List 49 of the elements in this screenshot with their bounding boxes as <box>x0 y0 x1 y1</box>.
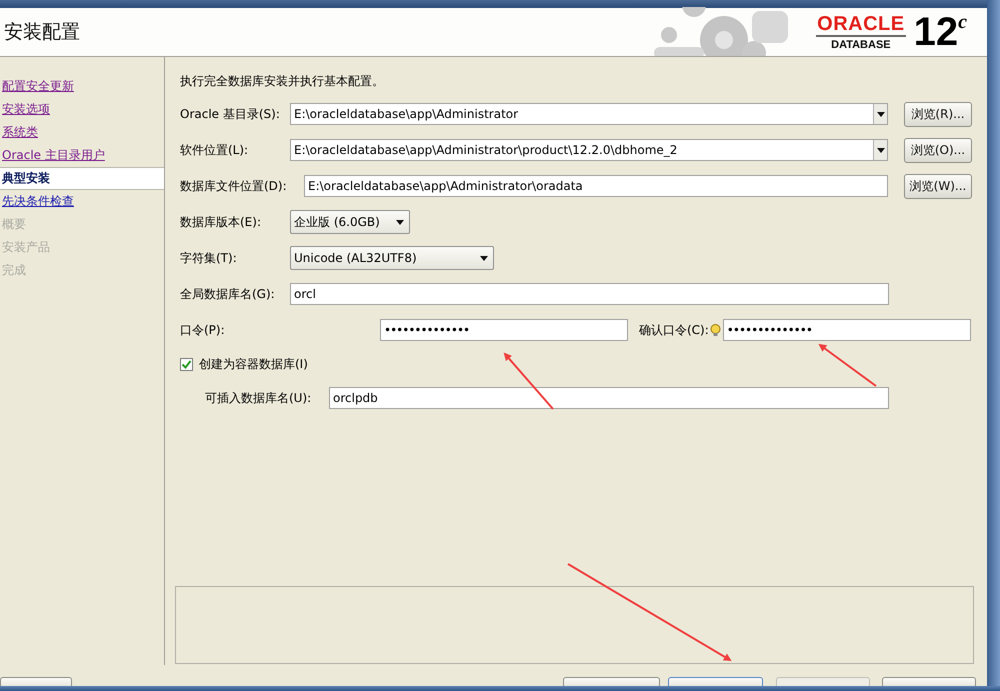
step-item[interactable]: 系统类 <box>0 121 164 144</box>
checkbox[interactable] <box>180 358 193 370</box>
dropdown[interactable]: 企业版 (6.0GB) <box>290 210 410 234</box>
field-label: 确认口令(C): <box>639 322 709 338</box>
text-field[interactable]: orcl <box>290 283 889 305</box>
dropdown-arrow-icon <box>396 220 404 224</box>
step-item[interactable]: 先决条件检查 <box>0 190 164 213</box>
product-text: DATABASE <box>831 38 891 50</box>
field-label: 数据库版本(E): <box>180 214 262 230</box>
page-title: 安装配置 <box>3 20 80 45</box>
dropdown-arrow-icon <box>876 148 884 152</box>
lightbulb-icon <box>710 324 721 336</box>
footer-button[interactable] <box>668 677 763 686</box>
path-combo-box[interactable]: E:\oracleldatabase\app\Administrator <box>290 103 888 125</box>
step-item[interactable]: 典型安装 <box>0 167 164 190</box>
annotation-arrow <box>818 344 877 387</box>
browse-button[interactable]: 浏览(W)... <box>904 174 972 198</box>
step-item[interactable]: Oracle 主目录用户 <box>0 144 164 167</box>
step-item: 概要 <box>1 216 27 233</box>
description-text: 执行完全数据库安装并执行基本配置。 <box>180 73 385 90</box>
brand-text: ORACLE <box>816 14 906 36</box>
annotation-arrow <box>504 352 554 410</box>
field-label: Oracle 基目录(S): <box>180 106 281 122</box>
version-suffix: c <box>958 12 967 32</box>
text-field[interactable]: orclpdb <box>329 387 889 409</box>
password-field[interactable]: •••••••••••••• <box>722 319 971 341</box>
path-combo-box[interactable]: E:\oracleldatabase\app\Administrator\product\12.2.0\dbhome_2 <box>290 139 888 161</box>
step-item: 安装产品 <box>1 239 51 256</box>
step-item: 完成 <box>1 262 27 279</box>
footer-button[interactable] <box>0 677 72 686</box>
step-item[interactable]: 配置安全更新 <box>0 75 164 98</box>
field-label: 软件位置(L): <box>180 142 250 158</box>
checkbox-label[interactable]: 创建为容器数据库(I) <box>199 356 308 372</box>
footer-button[interactable] <box>563 677 660 686</box>
version-number: 12 <box>914 12 958 52</box>
field-label: 全局数据库名(G): <box>180 286 276 302</box>
dropdown[interactable]: Unicode (AL32UTF8) <box>290 246 494 270</box>
step-item[interactable]: 安装选项 <box>0 98 164 121</box>
browse-button[interactable]: 浏览(O)... <box>904 138 972 162</box>
dropdown-arrow-icon <box>876 112 884 116</box>
dropdown-arrow-icon <box>480 256 488 260</box>
field-label: 可插入数据库名(U): <box>205 390 312 406</box>
password-field[interactable]: •••••••••••••• <box>380 319 628 341</box>
field-label: 字符集(T): <box>180 250 238 266</box>
field-label: 口令(P): <box>180 322 226 338</box>
field-label: 数据库文件位置(D): <box>180 178 288 194</box>
footer-button[interactable] <box>882 677 976 686</box>
browse-button[interactable]: 浏览(R)... <box>904 102 972 126</box>
text-field[interactable]: E:\oracleldatabase\app\Administrator\oradata <box>304 175 888 197</box>
